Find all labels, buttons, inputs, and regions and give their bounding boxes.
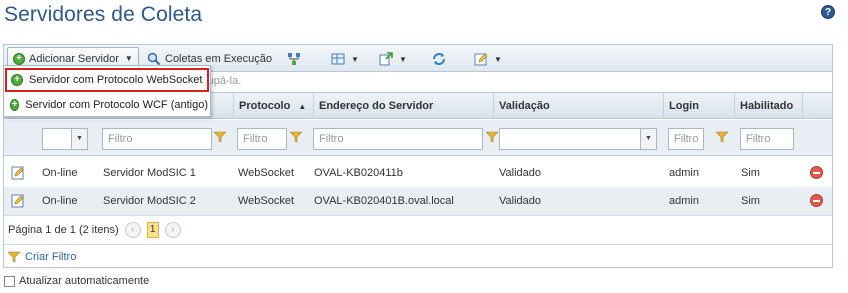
cell-validation: Validado <box>499 195 541 207</box>
edit-icon <box>474 53 488 66</box>
pager-summary: Página 1 de 1 (2 itens) <box>8 223 119 236</box>
page-title: Servidores de Coleta <box>4 3 203 26</box>
current-page-button[interactable]: 1 <box>146 221 159 238</box>
chevron-down-icon: ▼ <box>399 54 407 64</box>
pager: Página 1 de 1 (2 itens) ‹ 1 › <box>4 215 832 243</box>
export-icon <box>379 52 393 66</box>
delete-icon[interactable] <box>810 166 823 179</box>
menu-item-label: Servidor com Protocolo WebSocket <box>29 74 203 86</box>
protocol-filter-input[interactable]: Filtro <box>237 128 287 150</box>
cell-protocol: WebSocket <box>238 167 295 179</box>
funnel-icon[interactable] <box>214 131 226 143</box>
network-button[interactable] <box>287 50 301 68</box>
funnel-icon[interactable] <box>486 131 498 143</box>
create-filter-link[interactable]: Criar Filtro <box>4 244 832 268</box>
chevron-down-icon: ▼ <box>124 54 133 63</box>
cell-enabled: Sim <box>741 167 760 179</box>
running-collections-label: Coletas em Execução <box>165 53 272 65</box>
column-header-address[interactable]: Endereço do Servidor <box>313 93 493 119</box>
next-page-button[interactable]: › <box>164 221 181 238</box>
cell-validation: Validado <box>499 167 541 179</box>
refresh-button[interactable] <box>432 50 446 68</box>
cell-login: admin <box>669 195 699 207</box>
table-row[interactable]: On-line Servidor ModSIC 2 WebSocket OVAL… <box>4 187 832 215</box>
column-header-actions <box>802 93 834 119</box>
cell-name: Servidor ModSIC 1 <box>103 167 196 179</box>
search-icon <box>147 52 161 66</box>
cell-address: OVAL-KB020401B.oval.local <box>314 195 454 207</box>
cell-status: On-line <box>42 167 78 179</box>
column-header-validation[interactable]: Validação <box>493 93 663 119</box>
cell-status: On-line <box>42 195 78 207</box>
chevron-down-icon: ▼ <box>351 54 359 64</box>
create-filter-label: Criar Filtro <box>25 250 77 263</box>
cell-protocol: WebSocket <box>238 195 295 207</box>
cell-enabled: Sim <box>741 195 760 207</box>
refresh-icon <box>433 53 445 65</box>
edit-menu-button[interactable]: ▼ <box>474 50 502 68</box>
filter-row: ▼ Filtro Filtro Filtro ▼ Filtro Filtro <box>4 120 832 156</box>
edit-icon[interactable] <box>11 165 25 180</box>
enabled-filter-input[interactable]: Filtro <box>740 128 794 150</box>
auto-refresh-checkbox[interactable] <box>4 275 15 287</box>
auto-refresh-label: Atualizar automaticamente <box>19 275 150 287</box>
add-server-menu: + Servidor com Protocolo WebSocket + Ser… <box>3 65 211 117</box>
chevron-down-icon: ▼ <box>71 129 87 149</box>
menu-item-label: Servidor com Protocolo WCF (antigo) <box>25 99 208 111</box>
add-icon: + <box>10 99 20 111</box>
sort-asc-icon: ▲ <box>298 102 307 111</box>
menu-item-websocket-server[interactable]: + Servidor com Protocolo WebSocket <box>5 68 209 92</box>
cell-name: Servidor ModSIC 2 <box>103 195 196 207</box>
cell-login: admin <box>669 167 699 179</box>
prev-page-button[interactable]: ‹ <box>124 221 141 238</box>
auto-refresh-toggle[interactable]: Atualizar automaticamente <box>4 275 149 287</box>
address-filter-input[interactable]: Filtro <box>313 128 483 150</box>
status-filter-select[interactable]: ▼ <box>42 128 88 150</box>
chevron-down-icon: ▼ <box>494 54 502 64</box>
column-header-protocol[interactable]: Protocolo ▲ <box>233 93 313 119</box>
add-icon: + <box>13 52 25 65</box>
help-icon[interactable]: ? <box>821 5 835 19</box>
funnel-icon[interactable] <box>290 131 302 143</box>
export-button[interactable]: ▼ <box>379 50 407 68</box>
grid-icon <box>331 53 345 65</box>
edit-icon[interactable] <box>11 193 25 208</box>
validation-filter-select[interactable]: ▼ <box>499 128 657 150</box>
menu-item-wcf-server[interactable]: + Servidor com Protocolo WCF (antigo) <box>6 94 208 116</box>
chevron-down-icon: ▼ <box>640 129 656 149</box>
funnel-icon[interactable] <box>716 131 728 143</box>
add-icon: + <box>11 74 23 86</box>
name-filter-input[interactable]: Filtro <box>102 128 212 150</box>
login-filter-input[interactable]: Filtro <box>668 128 704 150</box>
column-header-login[interactable]: Login <box>663 93 734 119</box>
cell-address: OVAL-KB020411b <box>314 167 403 179</box>
column-header-enabled[interactable]: Habilitado <box>734 93 802 119</box>
table-row[interactable]: On-line Servidor ModSIC 1 WebSocket OVAL… <box>4 159 832 187</box>
delete-icon[interactable] <box>810 194 823 207</box>
network-icon <box>288 53 300 65</box>
funnel-icon <box>8 251 20 262</box>
add-server-label: Adicionar Servidor <box>29 52 119 65</box>
grid-options-button[interactable]: ▼ <box>331 50 359 68</box>
